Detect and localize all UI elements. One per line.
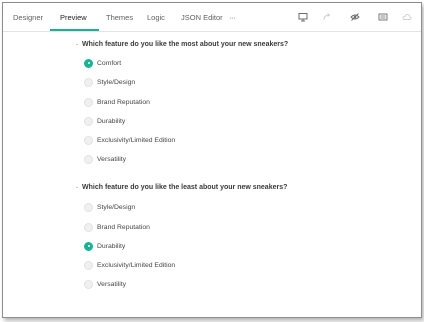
top-toolbar: Designer Preview Themes Logic JSON Edito… xyxy=(3,3,421,32)
tab-json-editor[interactable]: JSON Editor xyxy=(181,3,223,31)
option-label: Durability xyxy=(97,242,126,250)
radio-option-durability[interactable]: Durability xyxy=(84,239,125,253)
option-label: Versatility xyxy=(97,280,127,288)
option-label: Comfort xyxy=(97,59,122,67)
redo-icon[interactable] xyxy=(321,11,333,23)
tab-designer[interactable]: Designer xyxy=(13,3,43,31)
radio-button[interactable] xyxy=(84,202,93,212)
radio-button[interactable] xyxy=(84,77,93,87)
tab-logic[interactable]: Logic xyxy=(147,3,165,31)
radio-option-comfort[interactable]: Comfort xyxy=(84,56,121,70)
option-label: Durability xyxy=(97,117,126,125)
radio-option-versatility[interactable]: Versatility xyxy=(84,152,126,166)
radio-option-exclusivity[interactable]: Exclusivity/Limited Edition xyxy=(84,133,175,147)
collapse-chevron-icon[interactable]: ⌄ xyxy=(75,181,81,193)
book-icon[interactable] xyxy=(377,11,389,23)
option-label: Brand Reputation xyxy=(97,223,150,231)
radio-button-checked[interactable] xyxy=(84,58,93,68)
radio-button[interactable] xyxy=(84,279,93,289)
eye-off-icon[interactable] xyxy=(349,11,361,23)
cloud-icon[interactable] xyxy=(401,11,413,23)
radio-option-durability[interactable]: Durability xyxy=(84,114,125,128)
survey-creator-window: Designer Preview Themes Logic JSON Edito… xyxy=(2,2,422,318)
radio-option-brand-reputation[interactable]: Brand Reputation xyxy=(84,95,150,109)
question-title: ⌄ Which feature do you like the least abo… xyxy=(75,181,287,193)
survey-preview: ⌄ Which feature do you like the most abou… xyxy=(3,32,421,317)
radio-option-style-design[interactable]: Style/Design xyxy=(84,75,135,89)
device-icon[interactable] xyxy=(297,11,309,23)
option-label: Versatility xyxy=(97,155,127,163)
tab-themes[interactable]: Themes xyxy=(106,3,133,31)
radio-button[interactable] xyxy=(84,135,93,145)
radio-option-versatility[interactable]: Versatility xyxy=(84,277,126,291)
option-label: Exclusivity/Limited Edition xyxy=(97,136,176,144)
option-label: Brand Reputation xyxy=(97,98,150,106)
radio-button[interactable] xyxy=(84,222,93,232)
option-label: Exclusivity/Limited Edition xyxy=(97,261,176,269)
radio-option-exclusivity[interactable]: Exclusivity/Limited Edition xyxy=(84,258,175,272)
radio-button[interactable] xyxy=(84,97,93,107)
radio-button-checked[interactable] xyxy=(84,241,93,251)
more-tabs-button[interactable]: ··· xyxy=(229,3,236,31)
active-tab-indicator xyxy=(50,29,99,31)
tab-preview[interactable]: Preview xyxy=(60,3,87,31)
radio-option-brand-reputation[interactable]: Brand Reputation xyxy=(84,220,150,234)
radio-button[interactable] xyxy=(84,116,93,126)
radio-option-style-design[interactable]: Style/Design xyxy=(84,200,135,214)
radio-button[interactable] xyxy=(84,260,93,270)
option-label: Style/Design xyxy=(97,78,136,86)
collapse-chevron-icon[interactable]: ⌄ xyxy=(75,38,81,50)
radio-button[interactable] xyxy=(84,154,93,164)
question-title: ⌄ Which feature do you like the most abou… xyxy=(75,38,288,50)
option-label: Style/Design xyxy=(97,203,136,211)
